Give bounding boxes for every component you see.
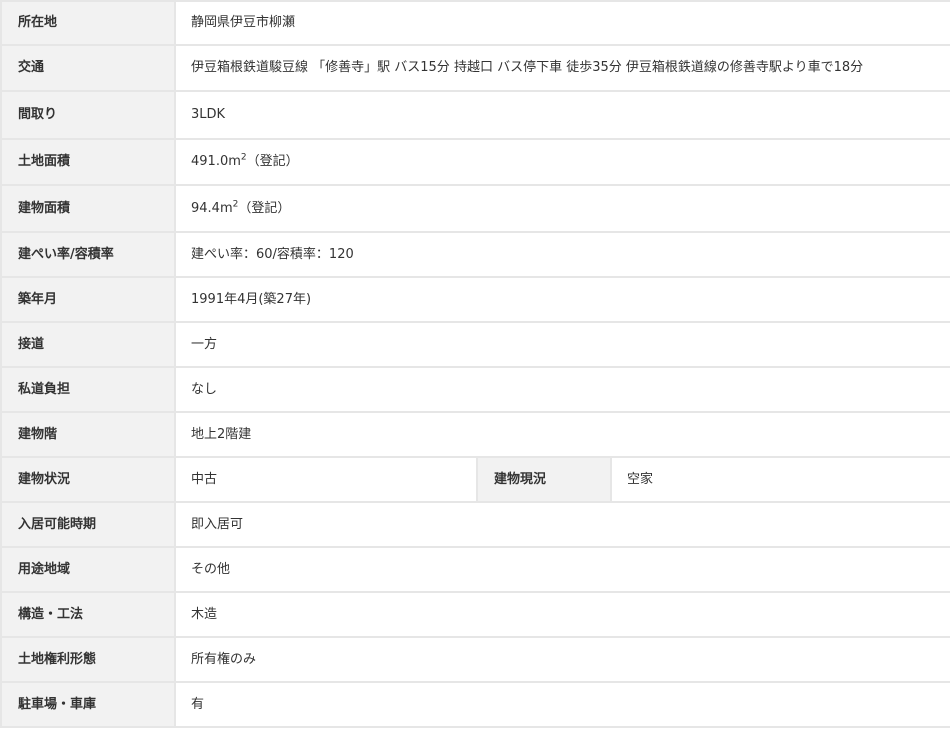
building-area-number: 94.4m [191, 200, 233, 216]
spec-row-land-rights: 土地権利形態 所有権のみ [0, 636, 950, 683]
spec-row-layout: 間取り 3LDK [0, 90, 950, 140]
spec-row-building-condition: 建物状況 中古 建物現況 空家 [0, 456, 950, 503]
location-label: 所在地 [0, 0, 176, 46]
spec-row-built-date: 築年月 1991年4月(築27年) [0, 276, 950, 323]
coverage-ratio-label: 建ぺい率/容積率 [0, 231, 176, 278]
building-status-label: 建物現況 [476, 456, 612, 503]
spec-row-move-in: 入居可能時期 即入居可 [0, 501, 950, 548]
spec-row-private-road: 私道負担 なし [0, 366, 950, 413]
spec-row-parking: 駐車場・車庫 有 [0, 681, 950, 728]
transport-label: 交通 [0, 44, 176, 92]
building-status-value: 空家 [609, 456, 950, 503]
move-in-value: 即入居可 [173, 501, 950, 548]
parking-value: 有 [173, 681, 950, 728]
built-date-label: 築年月 [0, 276, 176, 323]
land-area-label: 土地面積 [0, 138, 176, 186]
building-condition-label: 建物状況 [0, 456, 176, 503]
spec-row-land-area: 土地面積 491.0m2（登記） [0, 138, 950, 186]
location-value: 静岡県伊豆市柳瀬 [173, 0, 950, 46]
layout-value: 3LDK [173, 90, 950, 140]
parking-label: 駐車場・車庫 [0, 681, 176, 728]
building-condition-value: 中古 [174, 456, 478, 503]
spec-row-building-area: 建物面積 94.4m2（登記） [0, 184, 950, 233]
road-access-value: 一方 [173, 321, 950, 368]
spec-row-structure: 構造・工法 木造 [0, 591, 950, 638]
zoning-label: 用途地域 [0, 546, 176, 593]
structure-value: 木造 [173, 591, 950, 638]
building-area-label: 建物面積 [0, 184, 176, 233]
property-spec-table: 所在地 静岡県伊豆市柳瀬 交通 伊豆箱根鉄道駿豆線 「修善寺」駅 バス15分 持… [0, 0, 950, 728]
building-area-note: （登記） [238, 200, 291, 216]
coverage-ratio-value: 建ぺい率：60/容積率：120 [173, 231, 950, 278]
floors-value: 地上2階建 [173, 411, 950, 458]
floors-label: 建物階 [0, 411, 176, 458]
land-area-value: 491.0m2（登記） [173, 138, 950, 186]
land-area-number: 491.0m [191, 154, 241, 169]
private-road-label: 私道負担 [0, 366, 176, 413]
zoning-value: その他 [173, 546, 950, 593]
spec-row-floors: 建物階 地上2階建 [0, 411, 950, 458]
spec-row-transport: 交通 伊豆箱根鉄道駿豆線 「修善寺」駅 バス15分 持越口 バス停下車 徒歩35… [0, 44, 950, 92]
spec-row-road-access: 接道 一方 [0, 321, 950, 368]
built-date-value: 1991年4月(築27年) [173, 276, 950, 323]
spec-row-coverage-ratio: 建ぺい率/容積率 建ぺい率：60/容積率：120 [0, 231, 950, 278]
building-area-value: 94.4m2（登記） [173, 184, 950, 233]
spec-row-location: 所在地 静岡県伊豆市柳瀬 [0, 0, 950, 46]
land-area-note: （登記） [246, 154, 299, 169]
road-access-label: 接道 [0, 321, 176, 368]
layout-label: 間取り [0, 90, 176, 140]
private-road-value: なし [173, 366, 950, 413]
spec-row-zoning: 用途地域 その他 [0, 546, 950, 593]
transport-value: 伊豆箱根鉄道駿豆線 「修善寺」駅 バス15分 持越口 バス停下車 徒歩35分 伊… [173, 44, 950, 92]
land-rights-value: 所有権のみ [173, 636, 950, 683]
move-in-label: 入居可能時期 [0, 501, 176, 548]
land-rights-label: 土地権利形態 [0, 636, 176, 683]
structure-label: 構造・工法 [0, 591, 176, 638]
